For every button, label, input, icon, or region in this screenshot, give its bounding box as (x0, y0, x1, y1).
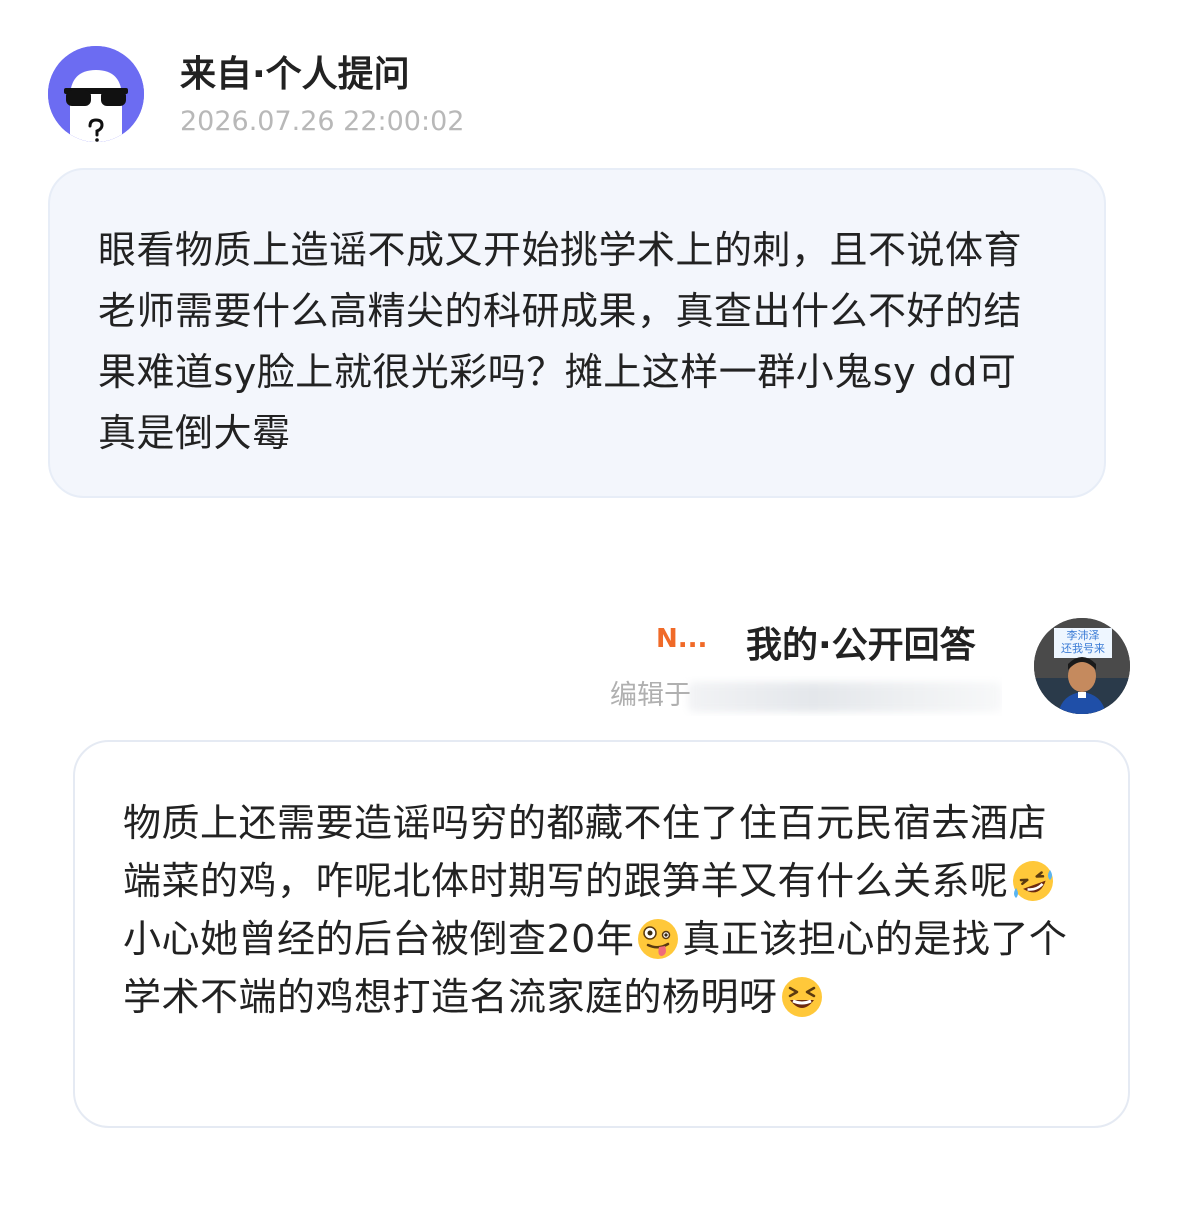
sunglasses-ghost-avatar-icon (48, 46, 144, 142)
answer-text-part1: 物质上还需要造谣吗穷的都藏不住了住百元民宿去酒店端菜的鸡，咋呢北体时期写的跟笋羊… (123, 801, 1048, 903)
grinning-squinting-emoji-icon (779, 974, 825, 1020)
questioner-avatar[interactable] (48, 46, 144, 142)
redacted-timestamp (688, 682, 1002, 712)
question-source-title: 来自·个人提问 (180, 54, 410, 95)
question-bubble: 眼看物质上造谣不成又开始挑学术上的刺，且不说体育老师需要什么高精尖的科研成果，真… (48, 168, 1106, 498)
avatar-sign-line2: 还我号来 (1061, 642, 1105, 655)
answer-type-title: 我的·公开回答 (746, 625, 976, 666)
question-timestamp: 2026.07.26 22:00:02 (180, 106, 465, 137)
edited-label: 编辑于 (610, 680, 691, 711)
answer-text-part2: 小心她曾经的后台被倒查20年 (123, 917, 635, 961)
question-text: 眼看物质上造谣不成又开始挑学术上的刺，且不说体育老师需要什么高精尖的科研成果，真… (98, 228, 1023, 455)
rofl-emoji-icon (1010, 858, 1056, 904)
answer-text: 物质上还需要造谣吗穷的都藏不住了住百元民宿去酒店端菜的鸡，咋呢北体时期写的跟笋羊… (123, 794, 1078, 1026)
avatar-sign-line1: 李沛泽 (1066, 629, 1100, 642)
answer-bubble: 物质上还需要造谣吗穷的都藏不住了住百元民宿去酒店端菜的鸡，咋呢北体时期写的跟笋羊… (73, 740, 1130, 1128)
answerer-username[interactable]: N... (656, 622, 707, 656)
answer-edit-timestamp: 编辑于 (610, 676, 1002, 716)
answerer-avatar[interactable]: 李沛泽 还我号来 (1034, 618, 1130, 714)
zany-face-emoji-icon (635, 916, 681, 962)
